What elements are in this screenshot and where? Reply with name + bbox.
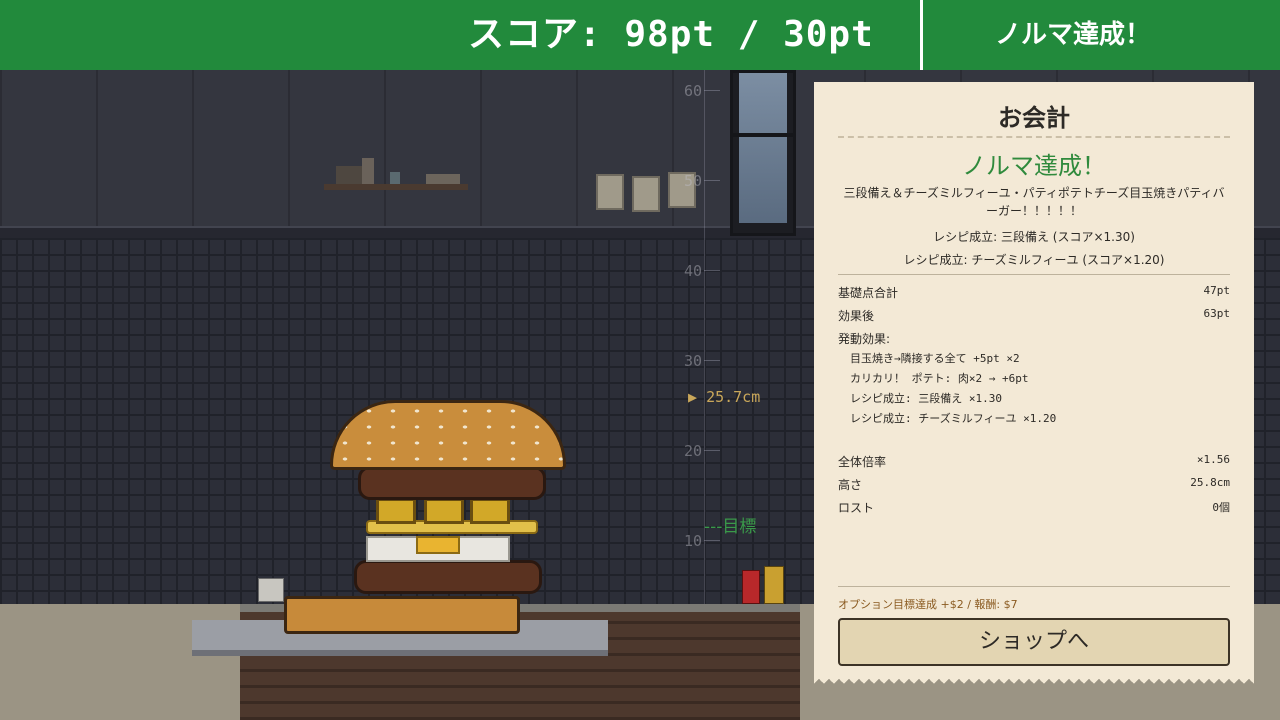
jar-icon (362, 158, 374, 184)
receipt-panel: お会計 ノルマ達成！ 三段備え＆チーズミルフィーユ・パティポテトチーズ目玉焼きパ… (814, 82, 1254, 676)
base-total-label: 基礎点合計 (838, 286, 899, 300)
cheese-cube (470, 498, 510, 524)
box-icon (426, 174, 460, 184)
effects-header-row: 発動効果: (838, 330, 1230, 348)
window-frame (733, 133, 793, 137)
effect-item: カリカリ！ ポテト: 肉×2 → +6pt (850, 372, 1029, 385)
multiplier-value: ×1.56 (1196, 453, 1230, 466)
dashed-line-icon: --- (704, 517, 723, 537)
after-effects-label: 効果後 (838, 309, 875, 323)
current-height-value: 25.7cm (706, 388, 761, 406)
effect-item: 目玉焼き→隣接する全て +5pt ×2 (850, 352, 1020, 365)
ruler-tick (704, 270, 720, 271)
ruler-tick (704, 360, 720, 361)
ruler-tick (704, 180, 720, 181)
triangle-pointer-icon: ▶ (688, 388, 698, 406)
lost-label: ロスト (838, 501, 875, 515)
bottom-bun (284, 596, 520, 634)
effects-label: 発動効果: (838, 332, 891, 346)
ruler-label: 20 (683, 442, 702, 460)
score-display: スコア: 98pt / 30pt (468, 14, 874, 55)
napkin-holder-icon (258, 578, 284, 602)
height-ruler (704, 70, 705, 630)
go-to-shop-button[interactable]: ショップへ (838, 618, 1230, 666)
base-total-value: 47pt (1203, 284, 1231, 297)
recipe-bonus: レシピ成立: 三段備え (スコア×1.30) (933, 230, 1135, 244)
current-height-marker: ▶ 25.7cm (688, 388, 760, 406)
window (730, 70, 796, 236)
ruler-label: 50 (683, 172, 702, 190)
ruler-tick (704, 450, 720, 451)
cheese-cube (376, 498, 416, 524)
cheese-cube (424, 498, 464, 524)
ruler-tick (704, 90, 720, 91)
ketchup-bottle-icon (742, 570, 760, 604)
effect-item: レシピ成立: チーズミルフィーユ ×1.20 (850, 412, 1057, 425)
height-row: 高さ 25.8cm (838, 476, 1230, 494)
receipt-rule (838, 586, 1230, 587)
mustard-bottle-icon (764, 566, 784, 604)
ruler-tick (704, 540, 720, 541)
score-bar: スコア: 98pt / 30pt ノルマ達成！ (0, 0, 1280, 70)
ruler-label: 60 (683, 82, 702, 100)
burger-name: 三段備え＆チーズミルフィーユ・パティポテトチーズ目玉焼きパティバーガー！！！！！ (843, 186, 1225, 218)
after-effects-value: 63pt (1203, 307, 1231, 320)
recipe-note (596, 174, 624, 210)
receipt-torn-edge (814, 674, 1254, 684)
receipt-title: お会計 (998, 104, 1070, 132)
multiplier-row: 全体倍率 ×1.56 (838, 453, 1230, 471)
cup-icon (390, 172, 400, 184)
ruler-label: 40 (683, 262, 702, 280)
window-pane (739, 73, 787, 223)
wall-shelf (324, 184, 468, 190)
patty-top (358, 466, 546, 500)
after-effects-row: 効果後 63pt (838, 307, 1230, 325)
patty-bottom (354, 560, 542, 594)
ruler-label: 10 (683, 532, 702, 550)
options-reward-line: オプション目標達成 +$2 / 報酬: $7 (838, 598, 1018, 611)
target-height-marker: ---目標 (704, 512, 756, 537)
height-value: 25.8cm (1190, 476, 1230, 489)
height-label: 高さ (838, 478, 863, 492)
receipt-rule (838, 274, 1230, 275)
lost-row: ロスト 0個 (838, 499, 1230, 517)
egg-yolk (416, 536, 460, 554)
base-total-row: 基礎点合計 47pt (838, 284, 1230, 302)
ruler-label: 30 (683, 352, 702, 370)
receipt-divider (838, 136, 1230, 138)
effect-item: レシピ成立: 三段備え ×1.30 (850, 392, 1002, 405)
recipe-bonus: レシピ成立: チーズミルフィーユ (スコア×1.20) (903, 253, 1165, 267)
multiplier-label: 全体倍率 (838, 455, 887, 469)
receipt-quota-status: ノルマ達成！ (962, 152, 1106, 180)
pot-icon (336, 166, 364, 184)
quota-status: ノルマ達成！ (994, 20, 1151, 50)
target-label: 目標 (722, 517, 757, 537)
recipe-note (632, 176, 660, 212)
lost-value: 0個 (1212, 501, 1230, 514)
top-bun (330, 400, 566, 470)
